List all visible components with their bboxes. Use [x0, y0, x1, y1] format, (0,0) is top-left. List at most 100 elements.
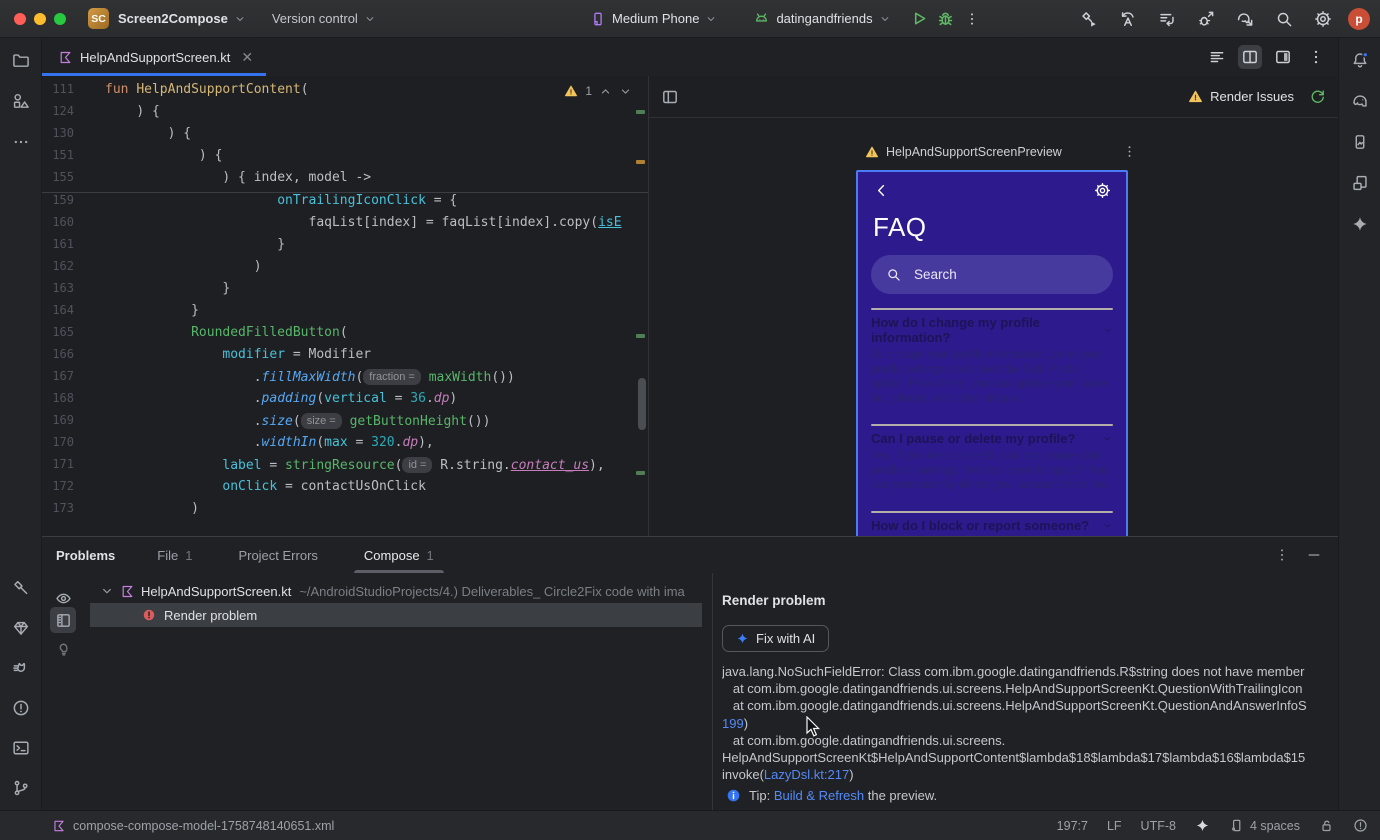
- code-line[interactable]: 169 .size(size = getButtonHeight()): [42, 413, 648, 435]
- refresh-preview-icon[interactable]: [1309, 88, 1326, 105]
- attach-debugger-icon[interactable]: [1193, 6, 1219, 32]
- app-quality-insights-icon[interactable]: [7, 614, 35, 642]
- code-line[interactable]: 151 ) {: [42, 148, 648, 170]
- lock-open-icon[interactable]: [1319, 818, 1334, 833]
- code-line[interactable]: 166 modifier = Modifier: [42, 347, 648, 369]
- split-editor-icon[interactable]: [1238, 45, 1262, 69]
- problems-file-row[interactable]: HelpAndSupportScreen.kt ~/AndroidStudioP…: [84, 579, 752, 603]
- next-issue-icon[interactable]: [619, 85, 632, 98]
- code-line[interactable]: 164 }: [42, 303, 648, 325]
- code-line[interactable]: 163 }: [42, 281, 648, 303]
- line-ending-widget[interactable]: LF: [1107, 819, 1122, 833]
- code-line[interactable]: 167 .fillMaxWidth(fraction = maxWidth()): [42, 369, 648, 391]
- resource-manager-icon[interactable]: [7, 87, 35, 115]
- editor-preview-icon[interactable]: [1271, 45, 1295, 69]
- code-line[interactable]: 172 onClick = contactUsOnClick: [42, 479, 648, 501]
- panel-options-icon[interactable]: [1274, 547, 1290, 563]
- preview-details-icon[interactable]: [50, 607, 76, 633]
- indent-widget[interactable]: 4 spaces: [1229, 818, 1300, 833]
- tab-project-errors[interactable]: Project Errors: [232, 537, 323, 573]
- render-issues-label[interactable]: Render Issues: [1210, 89, 1294, 104]
- inspections-widget[interactable]: 1: [564, 84, 632, 98]
- stack-trace-link[interactable]: LazyDsl.kt:217: [764, 767, 849, 782]
- prev-issue-icon[interactable]: [599, 85, 612, 98]
- search-icon[interactable]: [1271, 6, 1297, 32]
- run-button[interactable]: [907, 6, 933, 32]
- device-manager-icon[interactable]: [1346, 169, 1374, 197]
- code-editor[interactable]: 111 fun HelpAndSupportContent(124 ) {130 …: [42, 76, 648, 536]
- kotlin-file-icon: [52, 819, 66, 833]
- hide-panel-icon[interactable]: [1306, 547, 1322, 563]
- problems-tree: HelpAndSupportScreen.kt ~/AndroidStudioP…: [84, 579, 752, 627]
- stack-trace-line: HelpAndSupportScreenKt$HelpAndSupportCon…: [722, 750, 1306, 766]
- run-configuration-selector[interactable]: datingandfriends: [753, 10, 890, 27]
- running-devices-icon[interactable]: [1346, 128, 1374, 156]
- encoding-widget[interactable]: UTF-8: [1141, 819, 1176, 833]
- editor-more-icon[interactable]: [1304, 45, 1328, 69]
- expand-chevron-icon[interactable]: [100, 584, 114, 598]
- terminal-icon[interactable]: [7, 734, 35, 762]
- debug-button[interactable]: [933, 6, 959, 32]
- statusbar-file[interactable]: compose-compose-model-1758748140651.xml: [52, 819, 334, 833]
- fix-with-ai-button[interactable]: Fix with AI: [722, 625, 830, 652]
- code-line[interactable]: 173 ): [42, 501, 648, 523]
- code-line[interactable]: 162 ): [42, 259, 648, 281]
- code-line[interactable]: 168 .padding(vertical = 36.dp): [42, 391, 648, 413]
- split-view-icon[interactable]: [661, 88, 679, 106]
- status-problems-icon[interactable]: [1353, 818, 1368, 833]
- code-line[interactable]: 160 faqList[index] = faqList[index].copy…: [42, 215, 648, 237]
- more-run-options-button[interactable]: [959, 6, 985, 32]
- user-avatar[interactable]: p: [1348, 7, 1370, 30]
- settings-icon[interactable]: [1310, 6, 1336, 32]
- code-line[interactable]: 130 ) {: [42, 126, 648, 148]
- apply-changes-icon[interactable]: [1115, 6, 1141, 32]
- build-refresh-link[interactable]: Build & Refresh: [774, 788, 864, 803]
- code-line[interactable]: 171 label = stringResource(id = R.string…: [42, 457, 648, 479]
- code-line[interactable]: 111 fun HelpAndSupportContent(: [42, 82, 648, 104]
- gradle-sync-icon[interactable]: [1232, 6, 1258, 32]
- more-tool-windows-icon[interactable]: [7, 128, 35, 156]
- gradle-icon[interactable]: [1346, 87, 1374, 115]
- preview-phone-frame[interactable]: FAQ Search How do I change my profile in…: [856, 170, 1128, 538]
- close-tab-icon[interactable]: ✕: [241, 49, 253, 66]
- device-selector[interactable]: Medium Phone: [590, 11, 717, 27]
- zoom-window-button[interactable]: [54, 12, 66, 25]
- faq-divider: [871, 424, 1113, 426]
- tab-compose[interactable]: Compose 1: [353, 537, 444, 573]
- chevron-down-icon: [234, 13, 246, 25]
- gemini-icon[interactable]: [1346, 210, 1374, 238]
- tab-helpandsupportscreen[interactable]: HelpAndSupportScreen.kt ✕: [42, 38, 267, 76]
- logcat-icon[interactable]: [7, 654, 35, 682]
- notifications-icon[interactable]: [1346, 46, 1374, 74]
- problems-tool-icon[interactable]: [7, 694, 35, 722]
- code-line[interactable]: 165 RoundedFilledButton(: [42, 325, 648, 347]
- tab-file[interactable]: File 1: [151, 537, 198, 573]
- render-problem-row[interactable]: Render problem: [90, 603, 702, 627]
- build-run-icon[interactable]: [1076, 6, 1102, 32]
- editor-scrollbar[interactable]: [638, 378, 646, 430]
- preview-menu-icon[interactable]: [1122, 144, 1137, 159]
- minimize-window-button[interactable]: [34, 12, 46, 25]
- build-icon[interactable]: [7, 574, 35, 602]
- vcs-menu[interactable]: Version control: [272, 11, 376, 26]
- apply-code-changes-icon[interactable]: [1154, 6, 1180, 32]
- project-menu[interactable]: Screen2Compose: [118, 11, 246, 26]
- vcs-change-marker: [636, 471, 645, 475]
- code-line[interactable]: 124 ) {: [42, 104, 648, 126]
- ai-sparkle-icon[interactable]: [1195, 818, 1210, 833]
- warning-icon: [564, 84, 578, 98]
- project-folder-icon[interactable]: [7, 46, 35, 74]
- code-line[interactable]: 170 .widthIn(max = 320.dp),: [42, 435, 648, 457]
- code-line[interactable]: 159 onTrailingIconClick = {: [42, 193, 648, 215]
- code-structure-icon[interactable]: [1205, 45, 1229, 69]
- code-line[interactable]: 155 ) { index, model ->: [42, 170, 648, 193]
- panel-splitter[interactable]: [712, 573, 713, 810]
- problems-header: Problems File 1 Project Errors Compose 1: [42, 537, 1338, 573]
- stack-trace-link[interactable]: 199: [722, 716, 744, 731]
- close-window-button[interactable]: [14, 12, 26, 25]
- version-control-icon[interactable]: [7, 774, 35, 802]
- quickfix-bulb-icon[interactable]: [50, 635, 76, 661]
- code-line[interactable]: 161 }: [42, 237, 648, 259]
- ai-sparkle-icon: [736, 632, 749, 645]
- caret-position-widget[interactable]: 197:7: [1057, 819, 1088, 833]
